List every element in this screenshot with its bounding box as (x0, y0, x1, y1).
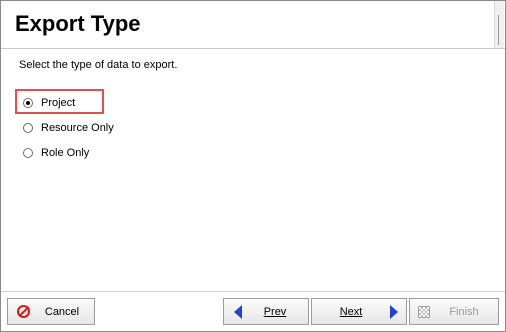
radio-button-role-only[interactable] (23, 148, 33, 158)
header-divider (1, 48, 505, 49)
finish-button-label: Finish (449, 305, 479, 318)
radio-option-project[interactable]: Project (23, 97, 75, 109)
next-button[interactable]: Next (311, 298, 407, 325)
cancel-icon (17, 305, 30, 318)
radio-button-project[interactable] (23, 98, 33, 108)
radio-label-resource-only: Resource Only (41, 122, 114, 134)
checkered-flag-icon (418, 305, 430, 318)
radio-button-resource-only[interactable] (23, 123, 33, 133)
footer-divider (1, 291, 505, 292)
cancel-button[interactable]: Cancel (7, 298, 95, 325)
radio-label-role-only: Role Only (41, 147, 90, 159)
header-scrollbar[interactable] (494, 1, 504, 48)
radio-option-resource-only[interactable]: Resource Only (23, 122, 114, 134)
cancel-button-label: Cancel (44, 305, 80, 318)
next-button-label: Next (339, 305, 363, 318)
prev-button[interactable]: Prev (223, 298, 309, 325)
finish-button[interactable]: Finish (409, 298, 499, 325)
radio-label-project: Project (41, 97, 76, 109)
wizard-header: Export Type (1, 1, 495, 48)
scrollbar-thumb[interactable] (498, 15, 499, 45)
instruction-text: Select the type of data to export. (19, 59, 178, 71)
arrow-right-icon (390, 304, 398, 319)
radio-option-role-only[interactable]: Role Only (23, 147, 89, 159)
arrow-left-icon (234, 304, 242, 319)
export-wizard-dialog: Export Type Select the type of data to e… (0, 0, 506, 332)
prev-button-label: Prev (263, 305, 287, 318)
page-title: Export Type (15, 11, 141, 36)
